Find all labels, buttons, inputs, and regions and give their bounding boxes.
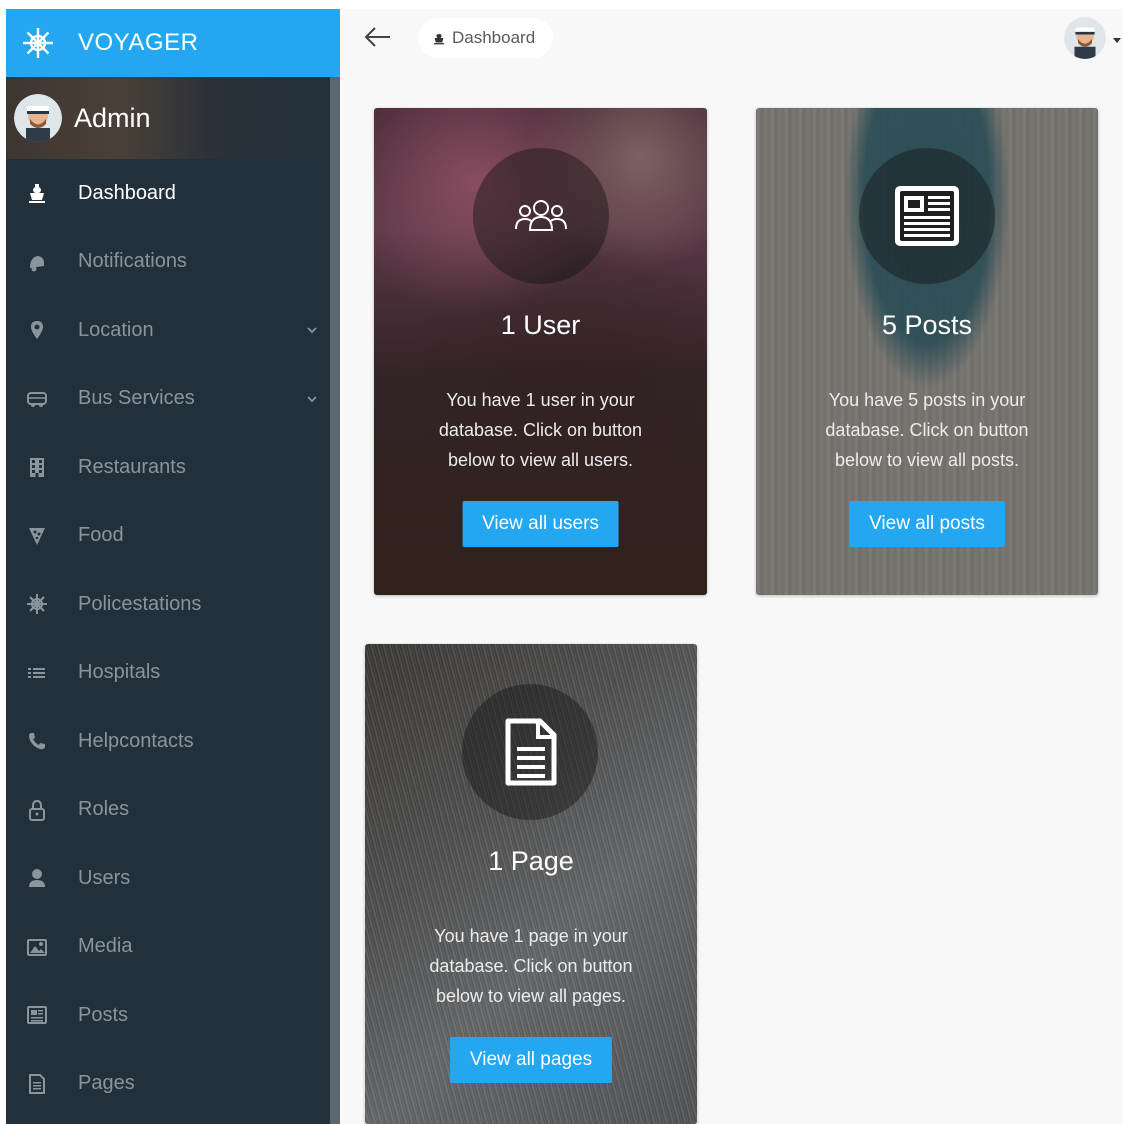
sidebar-item-media[interactable]: Media (6, 913, 330, 982)
file-text-icon (26, 1073, 48, 1095)
app: VOYAGER Admin Dashboard Notifications Lo… (0, 0, 1123, 1124)
sidebar-menu: Dashboard Notifications Location Bus Ser… (6, 159, 330, 1118)
sidebar-scrollbar[interactable] (330, 77, 340, 1124)
newspaper-icon (895, 186, 959, 246)
card-icon-circle (462, 684, 598, 820)
sidebar-item-notifications[interactable]: Notifications (6, 228, 330, 297)
lock-icon (26, 799, 48, 821)
topbar: Dashboard (340, 9, 1123, 67)
sidebar-item-label: Restaurants (78, 455, 186, 478)
building-icon (26, 456, 48, 478)
view-all-posts-button[interactable]: View all posts (849, 501, 1005, 547)
bell-icon (26, 251, 48, 273)
view-all-pages-button[interactable]: View all pages (449, 1037, 613, 1083)
pages-card: 1 Page You have 1 page in your database.… (365, 644, 697, 1124)
sidebar-item-roles[interactable]: Roles (6, 776, 330, 845)
document-icon (505, 718, 557, 786)
sidebar-item-policestations[interactable]: Policestations (6, 570, 330, 639)
sidebar-item-label: Notifications (78, 250, 187, 273)
helm-icon (26, 593, 48, 615)
sidebar-item-label: Dashboard (78, 181, 176, 204)
sidebar-item-pages[interactable]: Pages (6, 1050, 330, 1119)
back-arrow-icon[interactable] (362, 23, 392, 51)
posts-card: 5 Posts You have 5 posts in your databas… (756, 108, 1098, 595)
sidebar-item-label: Policestations (78, 592, 202, 615)
sidebar-item-label: Posts (78, 1003, 129, 1026)
sidebar-item-label: Helpcontacts (78, 729, 194, 752)
sidebar-item-label: Roles (78, 798, 130, 821)
chevron-down-icon[interactable] (306, 324, 318, 336)
people-icon (515, 200, 567, 231)
person-icon (26, 867, 48, 889)
sidebar-item-hospitals[interactable]: Hospitals (6, 639, 330, 708)
card-icon-circle (473, 148, 609, 284)
chevron-down-icon[interactable] (306, 393, 318, 405)
sidebar-item-helpcontacts[interactable]: Helpcontacts (6, 707, 330, 776)
sidebar-item-posts[interactable]: Posts (6, 981, 330, 1050)
avatar (1064, 17, 1106, 59)
card-text: You have 1 page in your database. Click … (429, 926, 633, 1006)
users-card: 1 User You have 1 user in your database.… (374, 108, 707, 595)
profile[interactable]: Admin (6, 77, 330, 159)
card-title: 1 Page (488, 846, 574, 876)
boat-icon (26, 182, 48, 204)
sidebar-item-users[interactable]: Users (6, 844, 330, 913)
sidebar-item-label: Pages (78, 1072, 135, 1095)
map-pin-icon (26, 319, 48, 341)
food-icon (26, 525, 48, 547)
sidebar-item-label: Location (78, 318, 154, 341)
helm-icon (20, 25, 56, 61)
list-icon (26, 662, 48, 684)
sidebar-item-label: Media (78, 935, 133, 958)
user-menu[interactable] (1064, 17, 1122, 61)
sidebar: VOYAGER Admin Dashboard Notifications Lo… (6, 9, 340, 1124)
sidebar-item-restaurants[interactable]: Restaurants (6, 433, 330, 502)
profile-name: Admin (74, 102, 151, 133)
breadcrumb[interactable]: Dashboard (418, 18, 554, 58)
breadcrumb-label: Dashboard (452, 28, 536, 47)
sidebar-item-bus-services[interactable]: Bus Services (6, 365, 330, 434)
sidebar-item-label: Bus Services (78, 387, 195, 410)
card-title: 5 Posts (881, 310, 973, 340)
card-title: 1 User (500, 310, 581, 340)
sidebar-item-label: Users (78, 866, 131, 889)
card-icon-circle (859, 148, 995, 284)
sidebar-item-food[interactable]: Food (6, 502, 330, 571)
bus-icon (26, 388, 48, 410)
view-all-users-button[interactable]: View all users (462, 501, 619, 547)
card-text: You have 1 user in your database. Click … (438, 390, 643, 470)
card-text: You have 5 posts in your database. Click… (825, 390, 1029, 470)
news-icon (26, 1004, 48, 1026)
boat-icon (433, 34, 445, 45)
sidebar-item-label: Hospitals (78, 661, 161, 684)
sidebar-item-label: Food (78, 524, 124, 547)
main-content: 1 User You have 1 user in your database.… (340, 67, 1123, 1124)
brand-title: VOYAGER (78, 29, 199, 56)
brand-header[interactable]: VOYAGER (6, 9, 340, 77)
sidebar-item-location[interactable]: Location (6, 296, 330, 365)
caret-down-icon (1113, 38, 1121, 43)
avatar (14, 94, 62, 142)
phone-icon (26, 730, 48, 752)
images-icon (26, 936, 48, 958)
sidebar-item-dashboard[interactable]: Dashboard (6, 159, 330, 228)
